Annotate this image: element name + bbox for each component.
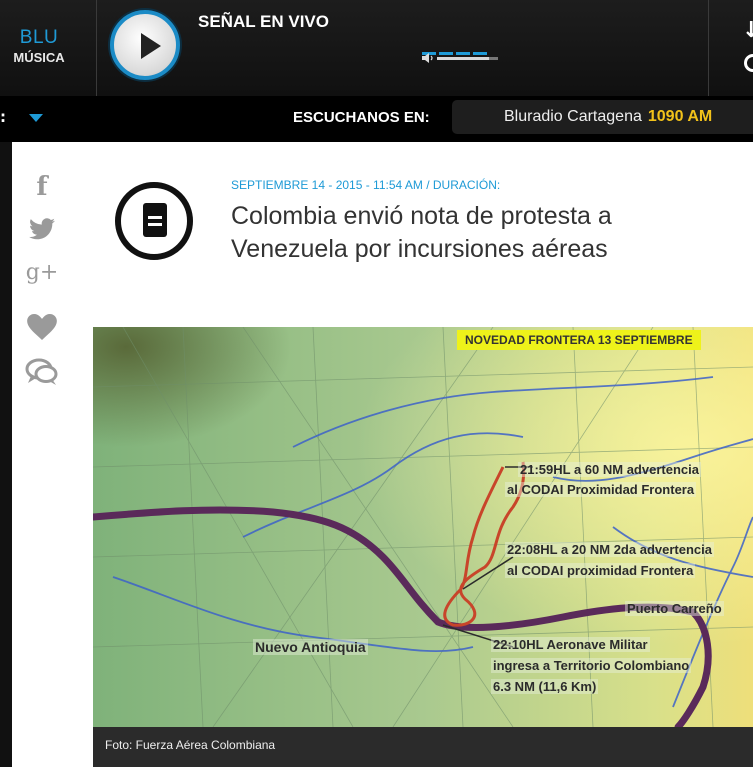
map-label: Nuevo Antioquia	[253, 639, 368, 655]
article-content: f g+ SEPTIEMBRE 14 - 2015 - 11:54 AM / D…	[12, 142, 753, 767]
google-plus-icon[interactable]: g+	[22, 260, 62, 285]
station-name: Bluradio Cartagena	[504, 108, 642, 125]
article-title: Colombia envió nota de protesta a Venezu…	[231, 202, 612, 263]
document-icon	[115, 182, 193, 260]
brand-top: BLU	[19, 27, 59, 48]
search-icon	[744, 54, 753, 72]
divider	[96, 0, 97, 96]
photo-caption: Foto: Fuerza Aérea Colombiana	[105, 738, 276, 752]
volume-slider[interactable]	[422, 53, 498, 63]
map-label: 6.3 NM (11,6 Km)	[491, 679, 599, 694]
comment-icon[interactable]	[22, 358, 62, 390]
map-label: 22:10HL Aeronave Militar	[491, 637, 650, 652]
live-signal-label: SEÑAL EN VIVO	[198, 12, 329, 31]
map-title-banner: NOVEDAD FRONTERA 13 SEPTIEMBRE	[457, 330, 701, 350]
station-frequency: 1090 AM	[647, 108, 713, 125]
article-date: SEPTIEMBRE 14 - 2015 - 11:54 AM / DURACI…	[231, 178, 501, 192]
listen-bar: : ESCUCHANOS EN: Bluradio Cartagena 1090 …	[0, 96, 753, 142]
play-icon	[141, 33, 161, 59]
user-menu-partial[interactable]: ↓	[708, 0, 753, 96]
brand-bottom: MÚSICA	[13, 50, 65, 65]
photo-caption-bar: Foto: Fuerza Aérea Colombiana	[93, 727, 753, 767]
volume-fill	[437, 57, 489, 60]
article-photo[interactable]: NOVEDAD FRONTERA 13 SEPTIEMBRE 21:59HL a…	[93, 327, 753, 767]
map-label: 22:08HL a 20 NM 2da advertencia	[505, 542, 714, 557]
map-label: ingresa a Territorio Colombiano	[491, 658, 692, 673]
twitter-icon[interactable]	[22, 218, 62, 244]
map-label: 21:59HL a 60 NM advertencia	[518, 462, 701, 477]
speaker-icon	[422, 53, 433, 63]
listen-on-label: ESCUCHANOS EN:	[293, 109, 430, 126]
brand-logo[interactable]: BLU MÚSICA	[0, 0, 96, 96]
heart-icon[interactable]	[22, 314, 62, 344]
chevron-down-icon[interactable]	[29, 114, 43, 122]
map-label: al CODAI Proximidad Frontera	[505, 482, 697, 497]
city-selector-colon: :	[0, 108, 6, 126]
station-selector[interactable]: Bluradio Cartagena 1090 AM	[452, 100, 753, 134]
map-label: Puerto Carreño	[625, 601, 724, 616]
partial-icon: ↓	[742, 18, 753, 43]
player-bar: BLU MÚSICA SEÑAL EN VIVO ↓	[0, 0, 753, 96]
facebook-icon[interactable]: f	[22, 172, 62, 202]
play-button[interactable]	[110, 10, 180, 80]
map-label: al CODAI proximidad Frontera	[505, 563, 696, 578]
